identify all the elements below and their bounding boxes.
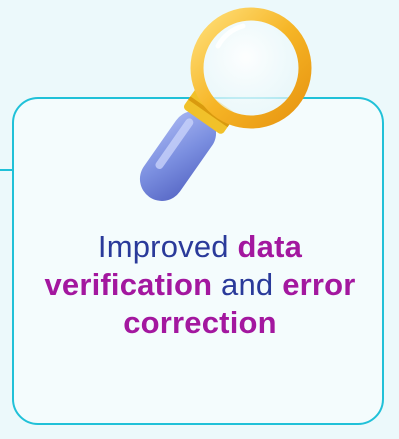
- card-text: Improved data verification and error cor…: [14, 228, 386, 342]
- card-text-part1: Improved: [97, 229, 238, 264]
- card-text-part2: and: [212, 267, 283, 302]
- magnifying-glass-icon: [139, 7, 312, 201]
